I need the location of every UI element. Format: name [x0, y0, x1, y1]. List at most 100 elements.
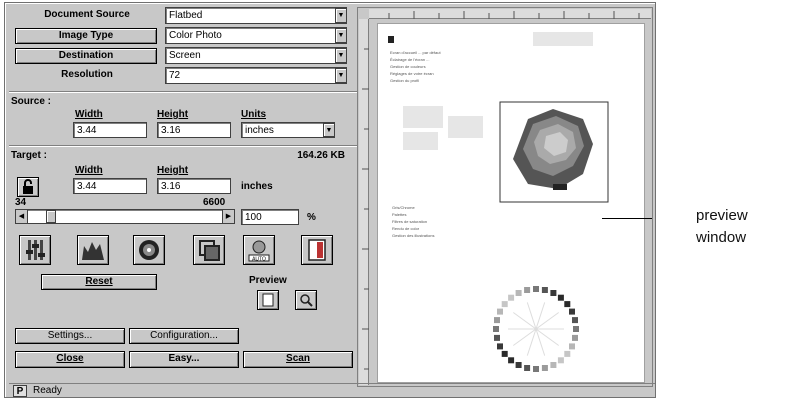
source-units-select[interactable]: inches [241, 122, 335, 138]
color-swatch [515, 290, 522, 296]
preview-text-line: Palettes [392, 212, 406, 217]
target-units: inches [241, 181, 273, 192]
zoom-preview-icon[interactable] [295, 290, 317, 310]
wheel-spoke [513, 312, 537, 330]
color-swatch [533, 286, 539, 292]
scale-unit: % [307, 212, 316, 223]
target-size: 164.26 KB [297, 150, 345, 161]
preview-text-line: Rendu de color [392, 226, 420, 231]
color-swatch [508, 294, 515, 301]
document-source-select[interactable]: Flatbed [165, 7, 347, 24]
color-swatch [569, 343, 575, 350]
color-swatch [493, 326, 499, 332]
color-swatch [533, 366, 539, 372]
callout-line-2: window [696, 229, 747, 246]
destination-button[interactable]: Destination [15, 48, 157, 64]
color-swatch [557, 357, 564, 364]
color-swatch [524, 365, 531, 371]
chevron-down-icon[interactable]: ▼ [335, 48, 347, 63]
preview-text-line: Gestion des illustrations [392, 233, 434, 238]
destination-select[interactable]: Screen [165, 47, 347, 64]
wheel-spoke [526, 302, 537, 330]
color-swatch [564, 301, 571, 308]
chevron-down-icon[interactable]: ▼ [335, 8, 347, 23]
color-swatch [497, 308, 503, 315]
target-width-field[interactable]: 3.44 [73, 178, 147, 194]
horizontal-ruler [369, 9, 651, 19]
chevron-down-icon[interactable]: ▼ [335, 68, 347, 83]
page-preview-icon[interactable] [257, 290, 279, 310]
preview-text-line: Éclairage de l'écran ... [390, 57, 429, 62]
image-type-select[interactable]: Color Photo [165, 27, 347, 44]
chevron-down-icon[interactable]: ▼ [335, 28, 347, 43]
source-units-label: Units [241, 109, 266, 120]
destination-icon[interactable] [301, 235, 333, 265]
color-swatch [573, 326, 579, 332]
color-swatch [494, 317, 500, 324]
slider-thumb[interactable] [46, 210, 56, 223]
source-height-label: Height [157, 109, 189, 120]
wheel-spoke [535, 302, 546, 330]
color-swatch [497, 343, 503, 350]
color-swatch [515, 362, 522, 368]
preview-text-line: Filtres de saturation [392, 219, 427, 224]
color-swatch [550, 290, 557, 296]
resolution-label: Resolution [61, 69, 113, 80]
scale-slider-track[interactable]: ◀ ▶ [15, 209, 235, 224]
wheel-spoke [535, 328, 546, 356]
close-button[interactable]: Close [15, 351, 125, 368]
color-swatch [564, 350, 571, 357]
callout-line-1: preview [696, 207, 748, 224]
wheel-spoke [535, 312, 559, 330]
slider-left-arrow[interactable]: ◀ [16, 210, 28, 223]
vertical-ruler [359, 19, 369, 385]
scanner-dialog: Document Source Flatbed ▼ Image Type Col… [4, 2, 656, 398]
color-icon[interactable] [133, 235, 165, 265]
scan-button[interactable]: Scan [243, 351, 353, 368]
source-height-field[interactable]: 3.16 [157, 122, 231, 138]
lock-icon[interactable] [17, 177, 39, 197]
color-swatch [557, 294, 564, 301]
status-bar: P Ready [9, 383, 655, 397]
preview-text-line: Gris/Chrome [392, 205, 415, 210]
scale-max: 6600 [203, 197, 226, 208]
slider-right-arrow[interactable]: ▶ [222, 210, 234, 223]
easy-button[interactable]: Easy... [129, 351, 239, 368]
tone-icon[interactable] [19, 235, 51, 265]
preview-text-line: Gestion du profil [390, 78, 419, 83]
chevron-down-icon[interactable]: ▼ [323, 123, 335, 137]
target-height-field[interactable]: 3.16 [157, 178, 231, 194]
resolution-select[interactable]: 72 [165, 67, 347, 84]
color-swatch [569, 308, 575, 315]
color-sample-image [513, 109, 593, 190]
configuration-button[interactable]: Configuration... [129, 328, 239, 344]
color-wheel [493, 286, 579, 372]
callout-line [602, 218, 652, 219]
source-width-field[interactable]: 3.44 [73, 122, 147, 138]
adjust-icon[interactable] [193, 235, 225, 265]
reset-button[interactable]: Reset [41, 274, 157, 290]
preview-text-line: Réglages de votre écran [390, 71, 434, 76]
color-swatch [572, 317, 578, 324]
scale-field[interactable]: 100 [241, 209, 299, 225]
color-swatch [508, 357, 515, 364]
preview-label: Preview [249, 275, 287, 286]
color-swatch [524, 287, 531, 293]
status-text: Ready [33, 385, 62, 396]
preview-window-callout: preview window [696, 205, 748, 249]
wheel-spoke [513, 328, 537, 346]
source-title: Source : [11, 96, 52, 107]
scale-min: 34 [15, 197, 27, 208]
auto-exposure-icon[interactable]: AUTO [243, 235, 275, 265]
color-swatch [541, 365, 548, 371]
target-width-label: Width [75, 165, 103, 176]
target-height-label: Height [157, 165, 189, 176]
color-swatch [494, 334, 500, 341]
histogram-icon[interactable] [77, 235, 109, 265]
status-badge: P [13, 385, 27, 397]
settings-button[interactable]: Settings... [15, 328, 125, 344]
preview-text-line: Gestion de couleurs [390, 64, 426, 69]
image-type-button[interactable]: Image Type [15, 28, 157, 44]
svg-text:AUTO: AUTO [252, 257, 266, 263]
color-swatch [501, 350, 508, 357]
